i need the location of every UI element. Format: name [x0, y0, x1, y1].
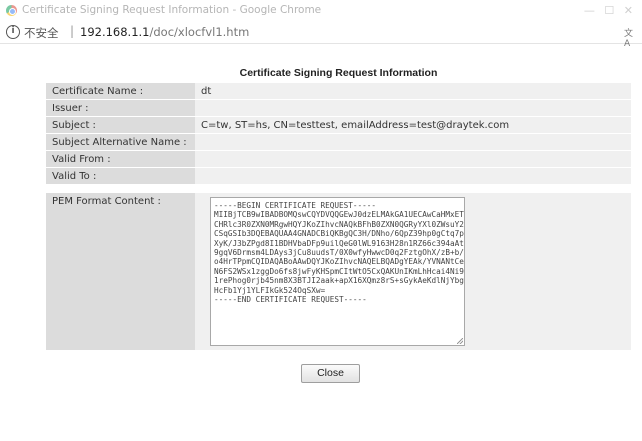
- window-controls[interactable]: — ☐ ✕: [584, 4, 636, 17]
- address-separator: |: [70, 24, 75, 38]
- pem-label: PEM Format Content :: [46, 193, 195, 350]
- info-row-label: Subject :: [46, 117, 195, 133]
- url-host: 192.168.1.1: [80, 25, 150, 39]
- page-title: Certificate Signing Request Information: [239, 67, 438, 79]
- info-row-value: dt: [195, 83, 631, 99]
- pem-content-text: -----BEGIN CERTIFICATE REQUEST----- MIIB…: [214, 201, 464, 305]
- info-row: Subject Alternative Name :: [46, 134, 631, 150]
- info-row: Issuer :: [46, 100, 631, 116]
- info-row: Certificate Name : dt: [46, 83, 631, 99]
- info-row: Valid To :: [46, 168, 631, 184]
- info-row-label: Issuer :: [46, 100, 195, 116]
- security-label[interactable]: 不安全: [24, 25, 59, 41]
- info-row-value: [195, 168, 631, 184]
- info-row-value: [195, 134, 631, 150]
- info-row-label: Subject Alternative Name :: [46, 134, 195, 150]
- resize-grip-icon[interactable]: [457, 338, 463, 344]
- window-title: Certificate Signing Request Information …: [22, 4, 322, 16]
- info-row-value: [195, 100, 631, 116]
- info-row-label: Valid To :: [46, 168, 195, 184]
- window-titlebar: Certificate Signing Request Information …: [0, 0, 642, 22]
- info-row-value: [195, 151, 631, 167]
- info-row: Subject : C=tw, ST=hs, CN=testtest, email…: [46, 117, 631, 133]
- info-row-label: Valid From :: [46, 151, 195, 167]
- info-icon[interactable]: i: [6, 25, 20, 39]
- close-button[interactable]: Close: [301, 364, 360, 383]
- url-path: /doc/xlocfvl1.htm: [149, 25, 250, 39]
- info-row: Valid From :: [46, 151, 631, 167]
- translate-icon[interactable]: 文A: [624, 26, 636, 49]
- url-text[interactable]: 192.168.1.1/doc/xlocfvl1.htm: [80, 25, 249, 39]
- info-row-value: C=tw, ST=hs, CN=testtest, emailAddress=t…: [195, 117, 631, 133]
- chrome-icon: [6, 5, 17, 16]
- certificate-info-table: Certificate Name : dt Issuer : Subject : C=t…: [46, 82, 631, 185]
- info-row-label: Certificate Name :: [46, 83, 195, 99]
- address-bar[interactable]: i 不安全 | 192.168.1.1/doc/xlocfvl1.htm 文A: [0, 22, 642, 49]
- pem-content-textarea[interactable]: -----BEGIN CERTIFICATE REQUEST----- MIIB…: [210, 197, 465, 346]
